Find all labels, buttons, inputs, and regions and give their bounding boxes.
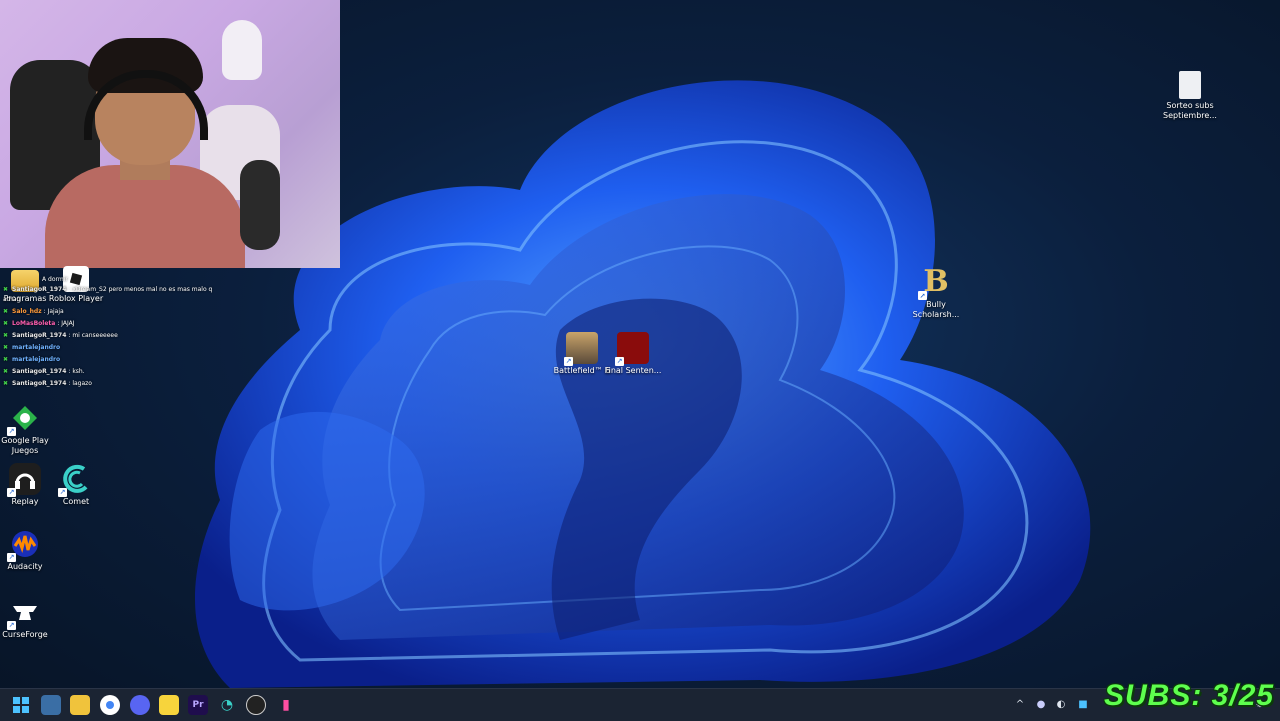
badge-icon: ✖ xyxy=(3,308,9,315)
comet-icon[interactable]: ◔ xyxy=(217,695,237,715)
anvil-icon: ↗ xyxy=(7,596,41,630)
subs-counter: SUBS: 3/25 xyxy=(1104,679,1275,712)
document-icon xyxy=(1179,71,1201,99)
desktop-icon-label: Final Senten... xyxy=(604,366,662,375)
desktop-icon-label: Comet xyxy=(62,497,90,506)
chat-message: ✖ martalejandro xyxy=(3,356,61,363)
start-icon[interactable] xyxy=(11,695,31,715)
chat-message: A dormir xyxy=(42,276,68,283)
headphones-icon: ↗ xyxy=(7,463,41,497)
microphone xyxy=(240,160,280,250)
network-tray-icon[interactable]: ■ xyxy=(1077,699,1089,711)
desktop-icon-sorteo[interactable]: Sorteo subs Septiembre... xyxy=(1160,71,1220,121)
badge-icon: ✖ xyxy=(3,320,9,327)
webcam-overlay xyxy=(0,0,340,268)
desktop-icon-audacity[interactable]: ↗ Audacity xyxy=(0,528,55,572)
desktop-icon-label: Audacity xyxy=(7,562,43,571)
desktop-icon-comet[interactable]: ↗ Comet xyxy=(46,463,106,507)
battlefield-icon: ↗ xyxy=(564,332,598,366)
widgets-icon[interactable] xyxy=(41,695,61,715)
chat-message: ✖ SantiagoR_1974: ksh. xyxy=(3,368,85,375)
sticky-notes-icon[interactable] xyxy=(159,695,179,715)
chat-message: ✖ SantiagoR_1974: xDream_S2 pero menos ma… xyxy=(3,286,213,293)
badge-icon: ✖ xyxy=(3,344,9,351)
chat-message: ✖ SantiagoR_1974: mi canseeeeee xyxy=(3,332,118,339)
badge-icon: ✖ xyxy=(3,332,9,339)
premiere-icon[interactable]: Pr xyxy=(188,695,208,715)
taskbar: Pr ◔ ▮ ^ ● ◐ ■ ⚙ xyxy=(0,688,1280,721)
streamer-shirt xyxy=(45,165,245,268)
badge-icon: ✖ xyxy=(3,368,9,375)
chat-message: ✖ martalejandro xyxy=(3,344,61,351)
chat-message: ✖ Salo_hdz: Jajaja xyxy=(3,308,64,315)
desktop-icon-label: CurseForge xyxy=(2,630,48,639)
stream-chat: A dormir ✖ SantiagoR_1974: xDream_S2 pero… xyxy=(0,272,240,392)
chat-message: athan xyxy=(3,296,21,303)
desktop-icon-label: Google Play Juegos xyxy=(1,436,49,455)
badge-icon: ✖ xyxy=(3,286,9,293)
desktop-icon-curseforge[interactable]: ↗ CurseForge xyxy=(0,596,55,640)
ghost-decoration xyxy=(222,20,262,80)
desktop-icon-label: Bully Scholarsh... xyxy=(912,300,960,319)
obs-icon[interactable] xyxy=(246,695,266,715)
badge-icon: ✖ xyxy=(3,356,9,363)
chat-message: ✖ LoMasBoleta: JAJAJ xyxy=(3,320,75,327)
final-sentence-icon: ↗ xyxy=(615,332,649,366)
desktop-icon-final-sentence[interactable]: ↗ Final Senten... xyxy=(603,332,663,376)
desktop-icon-bully[interactable]: B ↗ Bully Scholarsh... xyxy=(906,266,966,320)
chrome-icon[interactable] xyxy=(100,695,120,715)
desktop-icon-google-play[interactable]: ↗ Google Play Juegos xyxy=(0,402,55,456)
bully-icon: B ↗ xyxy=(918,264,949,300)
app-icon[interactable]: ▮ xyxy=(276,695,296,715)
steam-tray-icon[interactable]: ◐ xyxy=(1055,699,1067,711)
gamepad-icon: ↗ xyxy=(7,402,41,436)
desktop-icon-label: Sorteo subs Septiembre... xyxy=(1163,101,1217,120)
discord-tray-icon[interactable]: ● xyxy=(1035,699,1047,711)
chevron-up-icon[interactable]: ^ xyxy=(1014,699,1026,711)
badge-icon: ✖ xyxy=(3,380,9,387)
discord-icon[interactable] xyxy=(130,695,150,715)
audacity-icon: ↗ xyxy=(7,528,41,562)
comet-icon: ↗ xyxy=(58,463,92,497)
chat-message: ✖ SantiagoR_1974: lagazo xyxy=(3,380,92,387)
file-explorer-icon[interactable] xyxy=(70,695,90,715)
